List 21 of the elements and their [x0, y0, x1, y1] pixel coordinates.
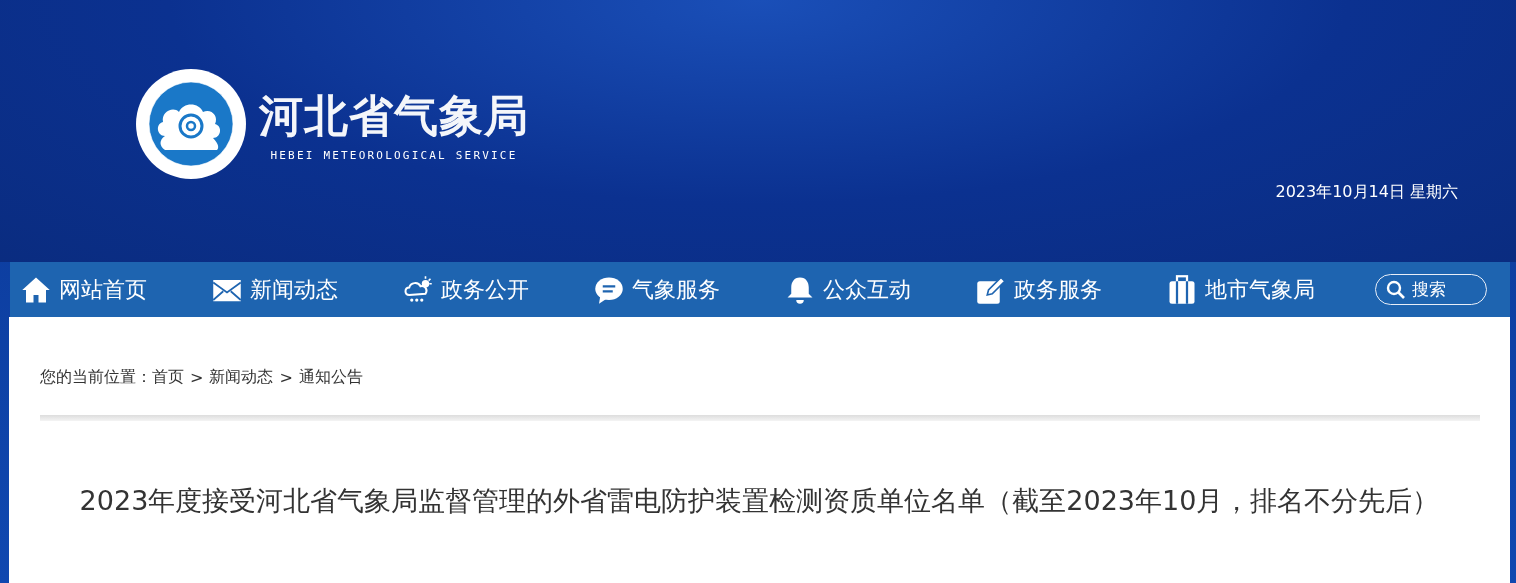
nav-link[interactable]: 公众互动	[785, 269, 976, 310]
site-name-english: HEBEI METEOROLOGICAL SERVICE	[270, 148, 518, 162]
nav-link[interactable]: 地市气象局	[1167, 269, 1358, 310]
breadcrumb-link[interactable]: 通知公告	[298, 366, 363, 388]
nav-link[interactable]: 政务服务	[976, 269, 1167, 310]
site-name: 河北省气象局	[259, 90, 529, 141]
nav-link[interactable]: 气象服务	[594, 269, 785, 310]
nav-link[interactable]: 新闻动态	[212, 269, 403, 310]
breadcrumb-label: 您的当前位置：	[40, 366, 152, 388]
breadcrumb-link[interactable]: 首页	[152, 366, 184, 388]
search-icon	[1386, 279, 1406, 300]
logo-icon	[135, 68, 247, 180]
nav-link[interactable]: 政务公开	[403, 269, 594, 310]
article-title: 2023年度接受河北省气象局监督管理的外省雷电防护装置检测资质单位名单（截至2023年10月，排名不分先后）	[79, 484, 1440, 518]
breadcrumb-link[interactable]: 新闻动态	[209, 366, 274, 388]
cloud-sun-icon	[403, 274, 433, 305]
nav-link[interactable]: 网站首页	[21, 269, 212, 310]
breadcrumb-separator: >	[279, 367, 293, 387]
current-date: 2023年10月14日 星期六	[1275, 182, 1458, 203]
suitcase-icon	[1167, 274, 1197, 305]
breadcrumb-separator: >	[190, 367, 204, 387]
